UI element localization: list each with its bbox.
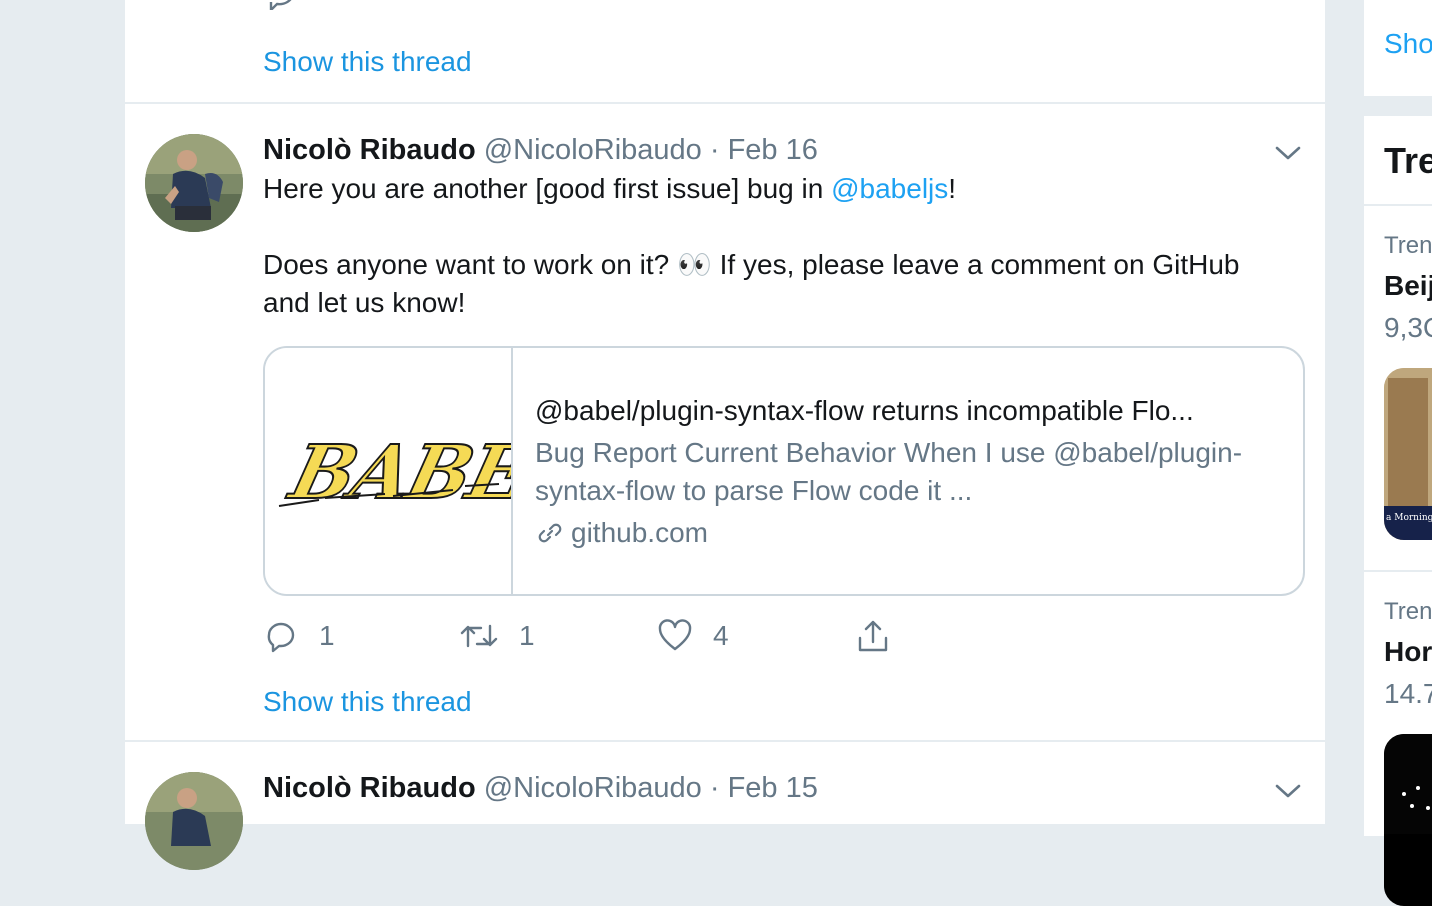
trend-thumbnail-caption: a Morning P xyxy=(1386,513,1432,523)
timeline: Show this thread Nicolò Ribaudo @NicoloR… xyxy=(124,0,1326,870)
next-tweet[interactable]: Nicolò Ribaudo @NicoloRibaudo · Feb 15 xyxy=(125,742,1325,870)
like-icon[interactable] xyxy=(661,0,697,10)
tweet-header: Nicolò Ribaudo @NicoloRibaudo · Feb 15 xyxy=(263,772,818,805)
retweet-icon[interactable] xyxy=(463,0,503,10)
trends-panel: Tre Tren Beij 9,3C a Morning P Tren Hor … xyxy=(1364,116,1432,906)
trend-name: Hor xyxy=(1384,636,1432,667)
avatar-photo xyxy=(145,772,243,870)
trend-thumbnail xyxy=(1384,734,1432,906)
share-button[interactable] xyxy=(855,616,891,656)
retweet-icon xyxy=(460,624,498,648)
avatar-photo xyxy=(145,134,243,232)
show-more-link[interactable]: Sho xyxy=(1384,28,1432,60)
tweet-text-line2: Does anyone want to work on it? 👀 If yes… xyxy=(263,249,1240,318)
babel-logo-text: BABEL xyxy=(281,428,511,516)
trend-label: Tren xyxy=(1384,598,1432,625)
chevron-down-icon[interactable] xyxy=(1273,138,1303,168)
previous-tweet[interactable]: Show this thread xyxy=(125,0,1325,104)
reply-icon xyxy=(267,622,295,653)
share-icon[interactable] xyxy=(857,0,893,10)
divider xyxy=(1364,204,1432,206)
show-thread-link[interactable]: Show this thread xyxy=(263,46,472,78)
trend-name: Beij xyxy=(1384,270,1432,301)
link-card[interactable]: BABEL @babel/plugin-syntax-flow returns … xyxy=(263,346,1305,596)
card-image: BABEL xyxy=(265,348,586,594)
separator-dot: · xyxy=(709,134,720,166)
retweet-count: 1 xyxy=(519,620,535,651)
author-name[interactable]: Nicolò Ribaudo xyxy=(263,772,476,804)
card-description: Bug Report Current Behavior When I use @… xyxy=(535,437,1243,506)
retweet-button[interactable]: 1 xyxy=(459,616,535,656)
mention-link[interactable]: @babeljs xyxy=(831,173,948,204)
tweet-date[interactable]: Feb 16 xyxy=(728,134,818,166)
reply-count: 1 xyxy=(319,620,335,651)
card-title: @babel/plugin-syntax-flow returns incomp… xyxy=(535,395,1194,426)
like-count: 4 xyxy=(713,620,729,651)
like-button[interactable]: 4 xyxy=(657,616,729,656)
avatar[interactable] xyxy=(145,134,243,232)
card-body: @babel/plugin-syntax-flow returns incomp… xyxy=(535,392,1275,552)
trend-thumbnail: a Morning P xyxy=(1384,368,1432,540)
babel-logo-icon: BABEL xyxy=(278,427,586,517)
trend-count: 14.7 xyxy=(1384,678,1432,709)
card-domain-row: github.com xyxy=(535,514,1275,552)
tweet-header: Nicolò Ribaudo @NicoloRibaudo · Feb 16 xyxy=(263,134,818,167)
previous-tweet-actions xyxy=(263,0,963,10)
separator-dot: · xyxy=(709,772,720,804)
reply-button[interactable]: 1 xyxy=(263,616,335,656)
share-icon xyxy=(858,620,888,652)
avatar[interactable] xyxy=(145,772,243,870)
who-to-follow-panel: Sho xyxy=(1364,0,1432,96)
tweet-date[interactable]: Feb 15 xyxy=(728,772,818,804)
trend-count: 9,3C xyxy=(1384,312,1432,343)
trends-title: Tre xyxy=(1384,140,1432,181)
tweet-text: Here you are another [good first issue] … xyxy=(263,170,1293,322)
author-name[interactable]: Nicolò Ribaudo xyxy=(263,134,476,166)
reply-icon[interactable] xyxy=(265,0,301,10)
tweet-actions: 1 1 4 xyxy=(263,616,963,656)
right-sidebar: Sho Tre Tren Beij 9,3C a Morning P Tren … xyxy=(1364,0,1432,906)
like-icon xyxy=(658,619,692,651)
author-handle[interactable]: @NicoloRibaudo xyxy=(484,772,702,804)
tweet[interactable]: Nicolò Ribaudo @NicoloRibaudo · Feb 16 H… xyxy=(125,104,1325,742)
divider xyxy=(1364,570,1432,572)
chevron-down-icon[interactable] xyxy=(1273,776,1303,806)
show-thread-link[interactable]: Show this thread xyxy=(263,686,472,718)
tweet-text-part2: ! xyxy=(948,173,957,204)
tweet-text-part1: Here you are another [good first issue] … xyxy=(263,173,832,204)
author-handle[interactable]: @NicoloRibaudo xyxy=(484,134,702,166)
trend-label: Tren xyxy=(1384,232,1432,259)
card-domain: github.com xyxy=(571,517,708,548)
link-icon xyxy=(538,523,562,543)
